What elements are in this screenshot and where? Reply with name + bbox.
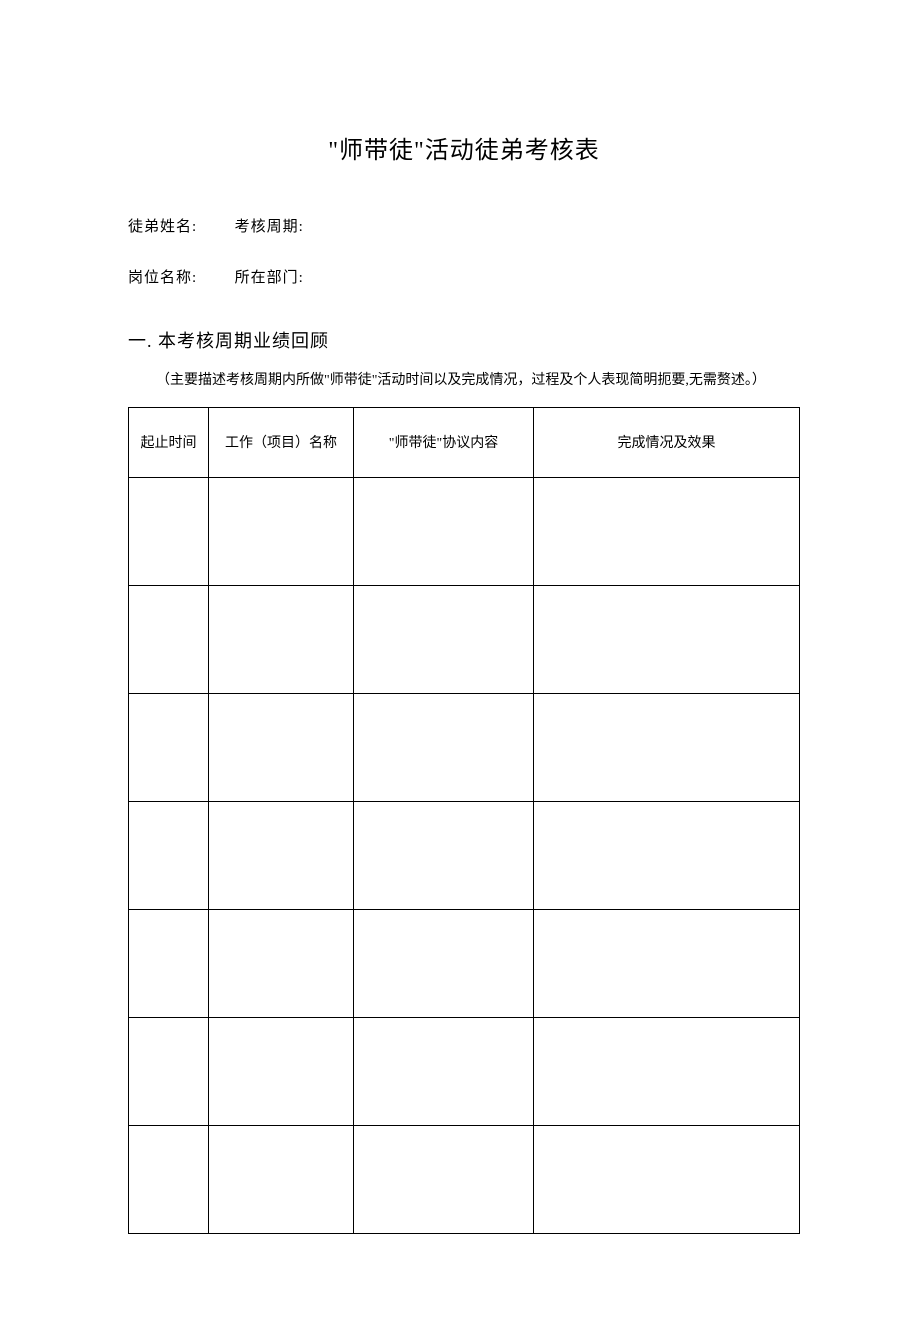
- cell-time-range: [129, 1017, 209, 1125]
- cell-project-name: [209, 801, 354, 909]
- cell-completion-status: [534, 1017, 800, 1125]
- cell-project-name: [209, 585, 354, 693]
- label-position: 岗位名称:: [128, 266, 197, 287]
- section-note: （主要描述考核周期内所做"师带徒"活动时间以及完成情况，过程及个人表现简明扼要,…: [128, 369, 800, 393]
- cell-project-name: [209, 1017, 354, 1125]
- cell-agreement-content: [354, 909, 534, 1017]
- section-heading: 一. 本考核周期业绩回顾: [128, 327, 800, 353]
- cell-time-range: [129, 585, 209, 693]
- cell-completion-status: [534, 477, 800, 585]
- table-header-row: 起止时间 工作（项目）名称 "师带徒"协议内容 完成情况及效果: [129, 407, 800, 477]
- table-row: [129, 909, 800, 1017]
- cell-time-range: [129, 909, 209, 1017]
- cell-time-range: [129, 1125, 209, 1233]
- label-student-name: 徒弟姓名:: [128, 215, 197, 236]
- cell-project-name: [209, 909, 354, 1017]
- table-row: [129, 1017, 800, 1125]
- cell-agreement-content: [354, 585, 534, 693]
- cell-completion-status: [534, 693, 800, 801]
- info-line-1: 徒弟姓名: 考核周期:: [128, 215, 800, 236]
- cell-agreement-content: [354, 477, 534, 585]
- cell-agreement-content: [354, 1125, 534, 1233]
- cell-time-range: [129, 477, 209, 585]
- table-row: [129, 477, 800, 585]
- assessment-table: 起止时间 工作（项目）名称 "师带徒"协议内容 完成情况及效果: [128, 407, 800, 1234]
- cell-completion-status: [534, 801, 800, 909]
- header-project-name: 工作（项目）名称: [209, 407, 354, 477]
- header-completion-status: 完成情况及效果: [534, 407, 800, 477]
- cell-completion-status: [534, 585, 800, 693]
- document-page: "师带徒"活动徒弟考核表 徒弟姓名: 考核周期: 岗位名称: 所在部门: 一. …: [0, 0, 920, 1334]
- cell-project-name: [209, 1125, 354, 1233]
- page-title: "师带徒"活动徒弟考核表: [128, 130, 800, 165]
- cell-agreement-content: [354, 1017, 534, 1125]
- header-time-range: 起止时间: [129, 407, 209, 477]
- label-period: 考核周期:: [235, 215, 304, 236]
- cell-completion-status: [534, 909, 800, 1017]
- cell-time-range: [129, 801, 209, 909]
- cell-agreement-content: [354, 693, 534, 801]
- table-row: [129, 801, 800, 909]
- table-row: [129, 693, 800, 801]
- info-line-2: 岗位名称: 所在部门:: [128, 266, 800, 287]
- cell-project-name: [209, 477, 354, 585]
- cell-agreement-content: [354, 801, 534, 909]
- cell-project-name: [209, 693, 354, 801]
- cell-completion-status: [534, 1125, 800, 1233]
- cell-time-range: [129, 693, 209, 801]
- label-department: 所在部门:: [235, 266, 304, 287]
- header-agreement-content: "师带徒"协议内容: [354, 407, 534, 477]
- table-row: [129, 1125, 800, 1233]
- table-row: [129, 585, 800, 693]
